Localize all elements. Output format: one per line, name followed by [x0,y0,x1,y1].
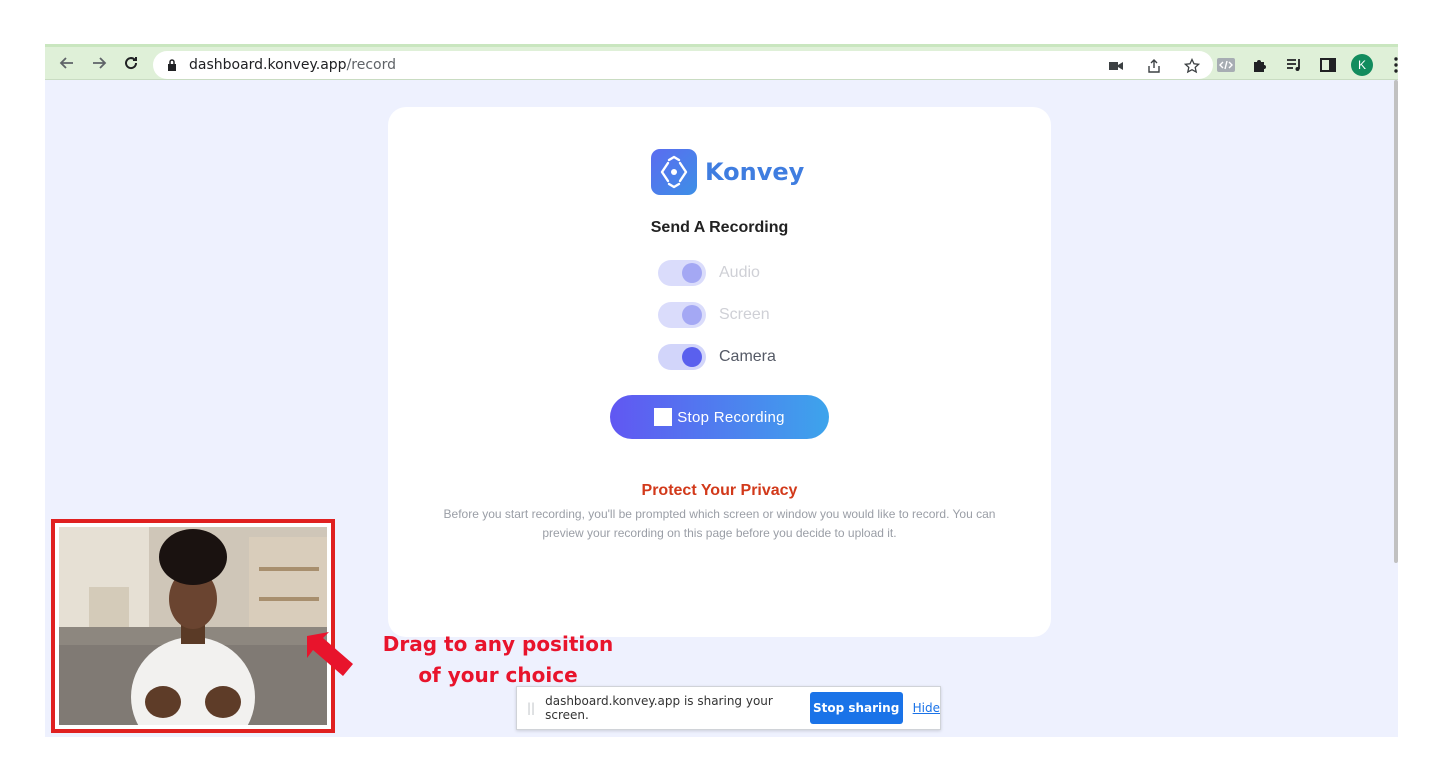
lock-icon [165,58,179,72]
konvey-logo-icon [651,149,697,195]
stop-recording-label: Stop Recording [677,408,785,426]
card-title: Send A Recording [650,219,789,236]
side-panel-icon[interactable] [1317,54,1339,76]
camera-switch[interactable] [658,344,706,370]
screen-label: Screen [719,306,770,323]
brand-logo: Konvey [651,149,804,195]
camera-in-use-icon[interactable] [1105,55,1127,77]
more-menu-icon[interactable] [1385,54,1398,76]
extensions-bar: K [1215,51,1398,79]
bookmark-star-icon[interactable] [1181,55,1203,77]
puzzle-icon[interactable] [1249,54,1271,76]
toggle-audio[interactable]: Audio [658,260,760,286]
reload-icon[interactable] [115,47,147,79]
hide-link[interactable]: Hide [913,701,940,715]
back-icon[interactable] [51,47,83,79]
screen-share-bar: || dashboard.konvey.app is sharing your … [516,686,941,730]
toggle-screen[interactable]: Screen [658,302,770,328]
stop-square-icon [654,408,673,426]
camera-preview[interactable] [51,519,335,733]
pointer-arrow-icon [307,632,369,685]
url-host: dashboard.konvey.app [189,57,347,73]
code-extension-icon[interactable] [1215,54,1237,76]
share-icon[interactable] [1143,55,1165,77]
stop-recording-button[interactable]: Stop Recording [610,395,829,439]
page-scrollbar[interactable] [1394,80,1398,563]
camera-feed [59,527,327,725]
url-path: /record [346,57,396,73]
drag-annotation: Drag to any position of your choice [363,629,633,691]
address-bar[interactable]: dashboard.konvey.app/record [153,51,1213,79]
privacy-text: Before you start recording, you'll be pr… [443,507,996,540]
privacy-title: Protect Your Privacy [641,482,798,499]
toggle-camera[interactable]: Camera [658,344,776,370]
recording-card: Konvey Send A Recording Audio Screen Cam… [388,107,1051,637]
drag-grip-icon[interactable]: || [527,701,535,715]
media-queue-icon[interactable] [1283,54,1305,76]
screen-switch[interactable] [658,302,706,328]
audio-label: Audio [719,264,760,281]
audio-switch[interactable] [658,260,706,286]
browser-toolbar: dashboard.konvey.app/record K [45,44,1398,80]
browser-window: dashboard.konvey.app/record K Konvey Sen… [45,44,1398,737]
brand-name: Konvey [705,158,805,186]
share-message: dashboard.konvey.app is sharing your scr… [545,694,773,722]
profile-avatar[interactable]: K [1351,54,1373,76]
stop-sharing-button[interactable]: Stop sharing [809,692,903,724]
forward-icon[interactable] [83,47,115,79]
camera-label: Camera [719,348,776,365]
omnibox-actions [1105,55,1203,77]
drag-annotation-line1: Drag to any position [382,632,614,656]
